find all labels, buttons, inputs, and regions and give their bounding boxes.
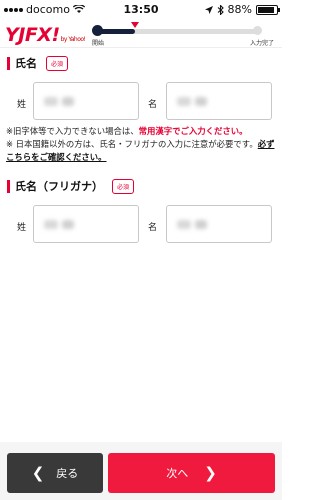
note-1-highlight: 常用漢字でご入力ください。: [138, 126, 248, 136]
first-name-input[interactable]: [166, 82, 272, 120]
yjfx-logo[interactable]: YJFX!by Yahoo!: [5, 24, 86, 46]
progress-end-label: 入力完了: [249, 40, 274, 47]
redacted-value: [62, 97, 74, 106]
status-bar: docomo 13:50 88%: [0, 0, 282, 18]
mei-kana-label: 名: [148, 223, 158, 233]
redacted-value: [62, 220, 74, 229]
next-button-label: 次へ: [166, 467, 189, 480]
logo-sub: by Yahoo!: [60, 36, 86, 43]
name-section-title: 氏名 必須: [7, 55, 69, 71]
next-button[interactable]: 次へ ❯: [108, 453, 275, 493]
note-2-text: ※ 日本国籍以外の方は、氏名・フリガナの入力に注意が必要です。: [6, 139, 258, 149]
note-1-text: ※旧字体等で入力できない場合は、: [6, 126, 139, 136]
last-name-kana-input[interactable]: [33, 205, 139, 243]
input-notes: ※旧字体等で入力できない場合は、常用漢字でご入力ください。 ※ 日本国籍以外の方…: [6, 125, 278, 164]
first-name-kana-input[interactable]: [166, 205, 272, 243]
note-line-1: ※旧字体等で入力できない場合は、常用漢字でご入力ください。: [6, 125, 278, 138]
redacted-value: [177, 220, 191, 229]
step-progress-track: [95, 29, 260, 34]
redacted-value: [195, 220, 207, 229]
redacted-value: [195, 97, 207, 106]
sei-label: 姓: [17, 100, 27, 110]
bluetooth-icon: [217, 4, 224, 15]
location-icon: [204, 5, 213, 14]
name-section-label: 氏名: [15, 57, 37, 70]
redacted-value: [44, 220, 58, 229]
app-header: YJFX!by Yahoo! 開始 入力完了: [0, 18, 282, 48]
back-button-label: 戻る: [56, 467, 79, 480]
note-line-2: ※ 日本国籍以外の方は、氏名・フリガナの入力に注意が必要です。必ずこちらをご確認…: [6, 138, 278, 164]
progress-start-dot: [92, 25, 103, 36]
required-badge: 必須: [112, 178, 135, 194]
sei-kana-label: 姓: [17, 223, 27, 233]
chevron-left-icon: ❮: [31, 463, 45, 482]
progress-end-dot: [253, 26, 262, 35]
footer-nav: ❮ 戻る 次へ ❯: [0, 442, 282, 500]
back-button[interactable]: ❮ 戻る: [7, 453, 103, 493]
kana-section-title: 氏名（フリガナ） 必須: [7, 178, 135, 194]
chevron-right-icon: ❯: [204, 463, 217, 482]
battery-fill: [258, 6, 274, 13]
status-right: 88%: [204, 3, 280, 16]
progress-marker-icon: [130, 22, 139, 28]
logo-text: YJFX!: [5, 24, 60, 46]
kana-section-label: 氏名（フリガナ）: [15, 180, 103, 193]
section-accent-bar: [7, 179, 10, 193]
redacted-value: [177, 97, 191, 106]
required-badge: 必須: [46, 55, 69, 71]
mei-label: 名: [148, 100, 158, 110]
battery-icon: [256, 4, 280, 15]
section-accent-bar: [7, 56, 10, 70]
last-name-input[interactable]: [33, 82, 139, 120]
progress-start-label: 開始: [92, 40, 105, 47]
battery-percent: 88%: [227, 3, 252, 16]
redacted-value: [44, 97, 58, 106]
